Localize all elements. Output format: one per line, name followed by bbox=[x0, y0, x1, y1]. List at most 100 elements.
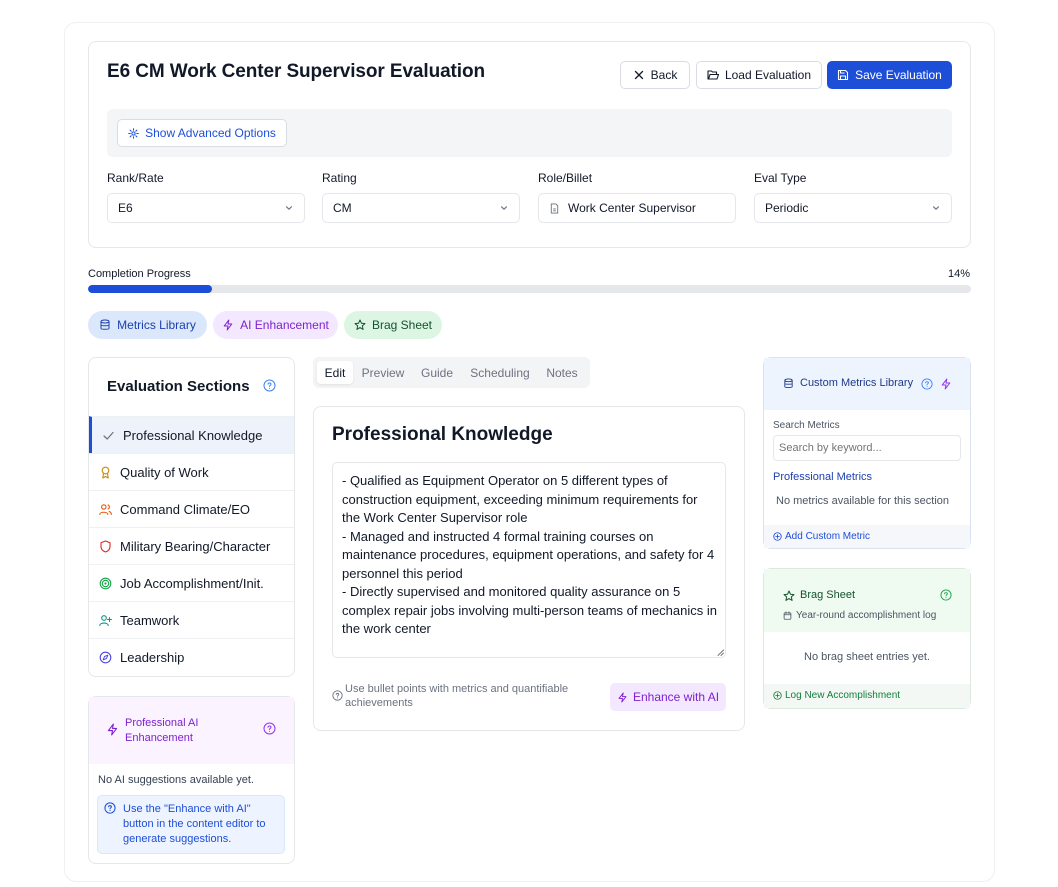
document-icon bbox=[550, 202, 559, 214]
lightning-icon bbox=[107, 723, 118, 736]
brag-sheet-label: Brag Sheet bbox=[371, 318, 433, 332]
users-icon bbox=[99, 503, 112, 515]
close-icon bbox=[634, 70, 643, 80]
section-label: Teamwork bbox=[120, 612, 180, 628]
gear-icon bbox=[128, 127, 139, 139]
rating-value: CM bbox=[333, 201, 352, 215]
log-new-accomplishment-link[interactable]: Log New Accomplishment bbox=[773, 690, 900, 701]
section-teamwork[interactable]: Teamwork bbox=[89, 601, 294, 638]
back-button[interactable]: Back bbox=[620, 61, 690, 89]
log-new-accomplishment-label: Log New Accomplishment bbox=[785, 690, 901, 701]
rating-label: Rating bbox=[322, 171, 357, 185]
section-leadership[interactable]: Leadership bbox=[89, 638, 294, 675]
show-advanced-options-label: Show Advanced Options bbox=[145, 126, 276, 140]
target-icon bbox=[99, 577, 112, 589]
help-icon[interactable] bbox=[940, 589, 952, 601]
lightning-icon bbox=[223, 319, 233, 331]
rank-rate-value: E6 bbox=[118, 201, 133, 215]
star-icon bbox=[354, 319, 366, 330]
chevron-down-icon bbox=[932, 206, 940, 210]
calendar-icon bbox=[783, 611, 792, 620]
completion-progress-percent: 14% bbox=[947, 268, 970, 280]
section-job-accomplishment[interactable]: Job Accomplishment/Init. bbox=[89, 564, 294, 601]
metrics-library-label: Metrics Library bbox=[117, 318, 196, 332]
tab-scheduling[interactable]: Scheduling bbox=[466, 361, 534, 384]
no-metrics-message: No metrics available for this section bbox=[776, 495, 950, 507]
rating-select[interactable]: CM bbox=[322, 193, 520, 223]
enhance-with-ai-label: Enhance with AI bbox=[632, 690, 720, 704]
search-metrics-label: Search Metrics bbox=[773, 420, 840, 431]
tab-edit[interactable]: Edit bbox=[317, 361, 353, 384]
load-evaluation-label: Load Evaluation bbox=[724, 68, 812, 82]
section-military-bearing[interactable]: Military Bearing/Character bbox=[89, 527, 294, 564]
star-icon bbox=[783, 590, 795, 601]
tab-guide[interactable]: Guide bbox=[416, 361, 458, 384]
help-icon bbox=[104, 802, 116, 814]
help-icon[interactable] bbox=[921, 378, 933, 390]
compass-icon bbox=[99, 651, 112, 663]
section-label: Job Accomplishment/Init. bbox=[120, 575, 264, 591]
brag-sheet-pill[interactable]: Brag Sheet bbox=[344, 311, 442, 339]
eval-type-label: Eval Type bbox=[754, 171, 807, 185]
completion-progress-fill bbox=[88, 285, 212, 293]
section-label: Leadership bbox=[120, 649, 185, 665]
completion-progress-bar bbox=[88, 285, 971, 293]
ai-enhancement-label: AI Enhancement bbox=[240, 318, 329, 332]
check-icon bbox=[103, 431, 114, 440]
professional-metrics-heading: Professional Metrics bbox=[773, 471, 873, 483]
metrics-library-pill[interactable]: Metrics Library bbox=[88, 311, 207, 339]
search-metrics-input[interactable] bbox=[773, 435, 961, 461]
add-custom-metric-link[interactable]: Add Custom Metric bbox=[773, 531, 870, 542]
section-professional-knowledge[interactable]: Professional Knowledge bbox=[89, 416, 294, 453]
section-command-climate[interactable]: Command Climate/EO bbox=[89, 490, 294, 527]
brag-empty-message: No brag sheet entries yet. bbox=[804, 651, 930, 663]
rank-rate-select[interactable]: E6 bbox=[107, 193, 305, 223]
add-custom-metric-label: Add Custom Metric bbox=[785, 531, 871, 542]
ai-enhancement-title: Professional AI Enhancement bbox=[125, 717, 199, 744]
brag-sheet-title: Brag Sheet bbox=[800, 589, 856, 601]
ai-info-text: Use the "Enhance with AI" button in the … bbox=[123, 803, 266, 845]
plus-circle-icon bbox=[773, 691, 782, 700]
show-advanced-options-button[interactable]: Show Advanced Options bbox=[117, 119, 287, 147]
save-evaluation-label: Save Evaluation bbox=[855, 68, 942, 82]
completion-progress-label: Completion Progress bbox=[88, 268, 191, 280]
ai-empty-message: No AI suggestions available yet. bbox=[98, 774, 254, 786]
chevron-down-icon bbox=[500, 206, 508, 210]
rank-rate-label: Rank/Rate bbox=[107, 171, 164, 185]
user-plus-icon bbox=[99, 614, 112, 626]
folder-open-icon bbox=[707, 70, 719, 80]
custom-metrics-title: Custom Metrics Library bbox=[800, 377, 914, 389]
help-icon[interactable] bbox=[263, 722, 276, 735]
editor-section-title: Professional Knowledge bbox=[332, 424, 553, 445]
ai-enhancement-pill[interactable]: AI Enhancement bbox=[213, 311, 338, 339]
role-billet-input[interactable]: Work Center Supervisor bbox=[538, 193, 736, 223]
section-content-text[interactable]: - Qualified as Equipment Operator on 5 d… bbox=[342, 472, 718, 639]
help-icon bbox=[332, 690, 343, 701]
section-label: Quality of Work bbox=[120, 464, 209, 480]
brag-sheet-subtitle: Year-round accomplishment log bbox=[796, 610, 937, 621]
help-icon[interactable] bbox=[263, 379, 276, 392]
plus-circle-icon bbox=[773, 532, 782, 541]
chevron-down-icon bbox=[285, 206, 293, 210]
award-icon bbox=[101, 466, 110, 479]
database-icon bbox=[784, 378, 793, 388]
tab-notes[interactable]: Notes bbox=[540, 361, 584, 384]
eval-type-select[interactable]: Periodic bbox=[754, 193, 952, 223]
role-billet-label: Role/Billet bbox=[538, 171, 593, 185]
section-label: Professional Knowledge bbox=[123, 427, 263, 443]
lightning-icon[interactable] bbox=[940, 378, 952, 390]
page-title: E6 CM Work Center Supervisor Evaluation bbox=[107, 61, 485, 82]
resize-handle-icon[interactable] bbox=[716, 648, 724, 656]
editor-hint: Use bullet points with metrics and quant… bbox=[345, 683, 569, 709]
shield-icon bbox=[100, 539, 111, 553]
role-billet-value: Work Center Supervisor bbox=[568, 201, 696, 215]
database-icon bbox=[100, 319, 110, 330]
save-evaluation-button[interactable]: Save Evaluation bbox=[827, 61, 952, 89]
tab-preview[interactable]: Preview bbox=[358, 361, 408, 384]
save-icon bbox=[838, 69, 849, 81]
section-quality-of-work[interactable]: Quality of Work bbox=[89, 453, 294, 490]
eval-type-value: Periodic bbox=[765, 201, 809, 215]
enhance-with-ai-button[interactable]: Enhance with AI bbox=[610, 683, 726, 711]
load-evaluation-button[interactable]: Load Evaluation bbox=[696, 61, 822, 89]
back-label: Back bbox=[650, 68, 678, 82]
